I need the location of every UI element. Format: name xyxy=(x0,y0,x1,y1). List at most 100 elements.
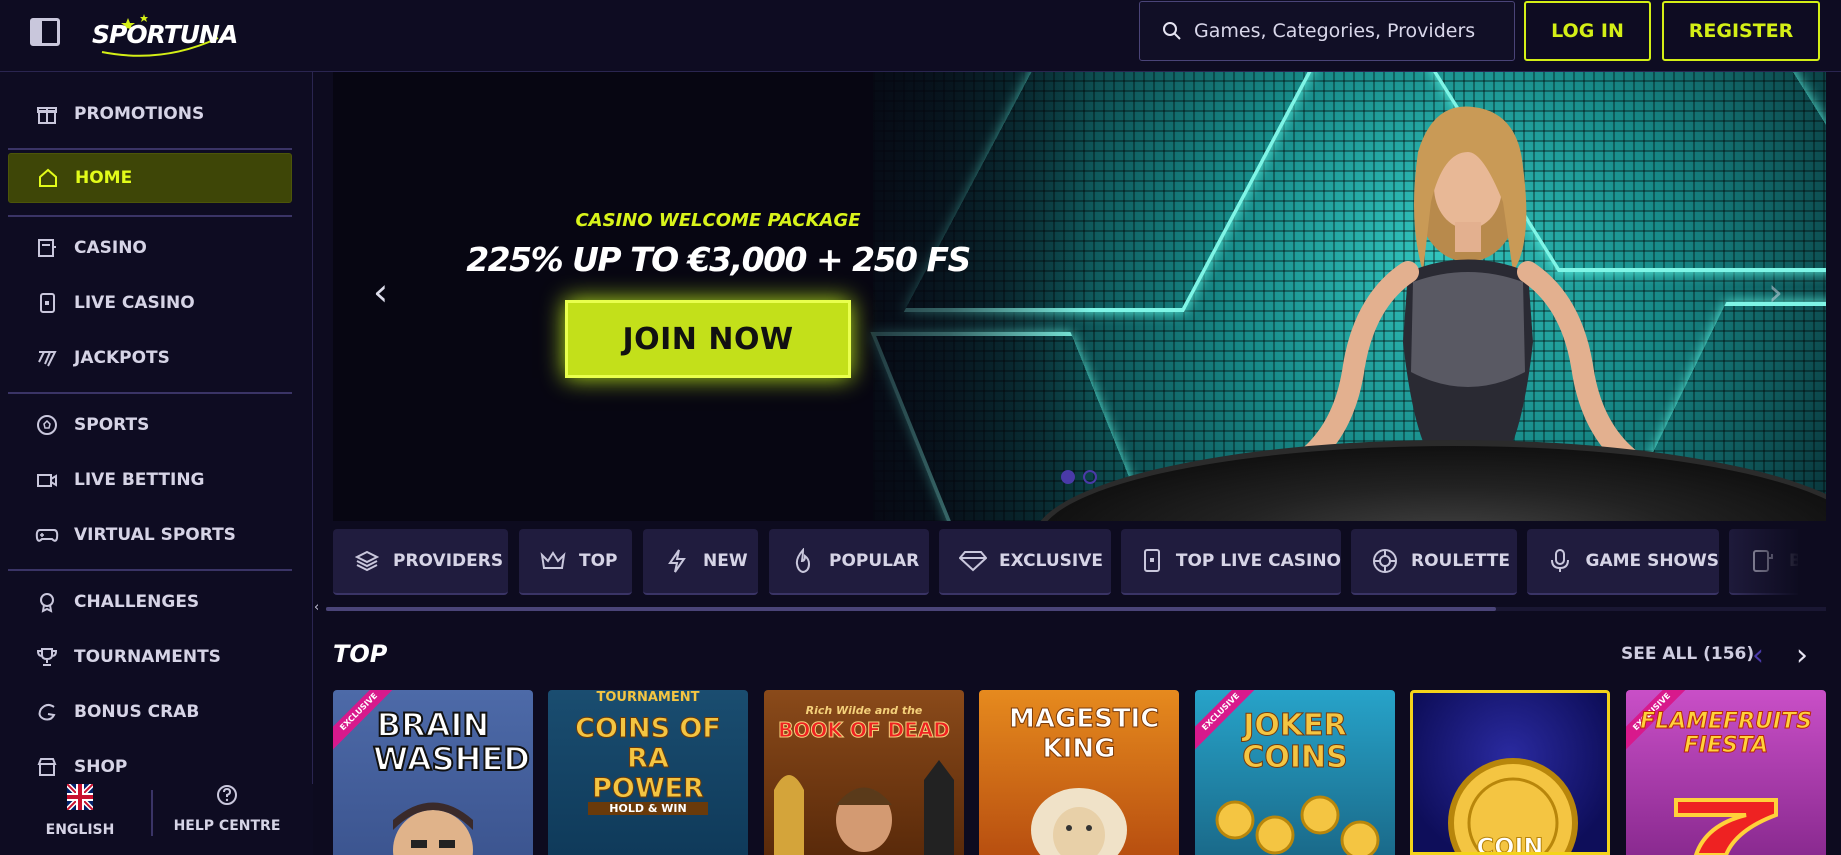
register-button[interactable]: REGISTER xyxy=(1662,1,1820,61)
hero-next-arrow-icon[interactable]: › xyxy=(1768,270,1783,314)
category-label: POPULAR xyxy=(829,551,920,571)
game-subtitle: HOLD & WIN xyxy=(588,802,708,815)
sidebar-item-live-casino[interactable]: LIVE CASINO xyxy=(8,278,292,328)
category-top-live-casino[interactable]: TOP LIVE CASINO xyxy=(1121,529,1341,595)
game-tagline: Rich Wilde and the xyxy=(805,704,923,717)
shop-icon xyxy=(34,754,60,780)
category-label: GAME SHOWS xyxy=(1585,551,1719,571)
category-label: TOP LIVE CASINO xyxy=(1175,551,1341,571)
card-icon xyxy=(1141,547,1164,575)
game-tile-coins-of-ra[interactable]: TOURNAMENT COINS OF RA POWER HOLD & WIN xyxy=(548,690,748,855)
question-icon xyxy=(217,785,237,805)
category-roulette[interactable]: ROULETTE xyxy=(1351,529,1517,595)
category-game-shows[interactable]: GAME SHOWS xyxy=(1527,529,1719,595)
search-input[interactable] xyxy=(1194,20,1514,42)
category-fade xyxy=(1720,529,1810,595)
game-tile-flamefruits[interactable]: EXCLUSIVE FLAMEFRUITS FIESTA xyxy=(1626,690,1826,855)
sidebar-item-label: CHALLENGES xyxy=(74,592,200,612)
lucky-seven-image xyxy=(1674,798,1778,855)
login-button[interactable]: LOG IN xyxy=(1524,1,1651,61)
microphone-icon xyxy=(1547,547,1574,575)
game-tile-magestic-king[interactable]: MAGESTIC KING xyxy=(979,690,1179,855)
game-tile-book-of-dead[interactable]: Rich Wilde and the BOOK OF DEAD xyxy=(764,690,964,855)
search-box[interactable] xyxy=(1139,1,1515,61)
game-tile-joker-coins[interactable]: EXCLUSIVE JOKER COINS xyxy=(1195,690,1395,855)
top-bar: SPORTUNA LOG IN REGISTER xyxy=(0,0,1841,72)
sidebar-item-label: HOME xyxy=(75,168,133,188)
category-bar: PROVIDERS TOP NEW POPULAR EXCLUSIVE TOP … xyxy=(333,529,1798,595)
game-title: JOKER COINS xyxy=(1242,708,1348,775)
scrollbar-thumb[interactable] xyxy=(326,607,1496,611)
footer-divider xyxy=(151,790,153,836)
sidebar-item-home[interactable]: HOME xyxy=(8,153,292,203)
game-title: COIN xyxy=(1476,833,1544,855)
sidebar-toggle-icon[interactable] xyxy=(30,18,60,46)
uk-flag-icon xyxy=(65,782,95,812)
hero-title: 225% UP TO €3,000 + 250 FS xyxy=(466,240,971,279)
scroll-left-icon[interactable]: ‹ xyxy=(314,600,319,615)
jackpot-icon xyxy=(34,345,60,371)
see-all-link[interactable]: SEE ALL (156) xyxy=(1621,644,1754,664)
help-centre-link[interactable]: HELP CENTRE xyxy=(172,784,282,834)
help-centre-label: HELP CENTRE xyxy=(173,818,281,834)
crown-icon xyxy=(539,547,567,575)
sidebar-item-label: LIVE CASINO xyxy=(74,293,195,313)
logo[interactable]: SPORTUNA xyxy=(92,12,238,58)
game-title: BOOK OF DEAD xyxy=(778,718,951,743)
category-label: ROULETTE xyxy=(1411,551,1510,571)
join-now-button[interactable]: JOIN NOW xyxy=(565,300,851,378)
sidebar-item-virtual-sports[interactable]: VIRTUAL SPORTS xyxy=(8,510,292,560)
lion-image xyxy=(1031,788,1127,855)
game-title: MAGESTIC KING xyxy=(1009,704,1160,765)
category-new[interactable]: NEW xyxy=(643,529,758,595)
gamepad-icon xyxy=(34,522,60,548)
sidebar-item-challenges[interactable]: CHALLENGES xyxy=(8,577,292,627)
game-tile-brain-washed[interactable]: EXCLUSIVE BRAIN WASHED xyxy=(333,690,533,855)
crab-icon xyxy=(34,699,60,725)
category-exclusive[interactable]: EXCLUSIVE xyxy=(939,529,1111,595)
casino-icon xyxy=(34,235,60,261)
diamond-icon xyxy=(959,547,987,575)
hero-subtitle: CASINO WELCOME PACKAGE xyxy=(575,210,861,231)
sidebar-item-jackpots[interactable]: JACKPOTS xyxy=(8,333,292,383)
soccer-ball-icon xyxy=(34,412,60,438)
game-tile-coin[interactable]: COIN xyxy=(1410,690,1610,855)
language-selector[interactable]: ENGLISH xyxy=(40,782,120,838)
game-character-image xyxy=(393,802,473,855)
carousel-dots xyxy=(1061,470,1097,484)
category-popular[interactable]: POPULAR xyxy=(769,529,929,595)
gold-coins-image xyxy=(1215,795,1380,855)
gift-icon xyxy=(34,101,60,127)
hero-banner[interactable]: CASINO WELCOME PACKAGE 225% UP TO €3,000… xyxy=(333,72,1826,521)
sidebar-item-sports[interactable]: SPORTS xyxy=(8,400,292,450)
sidebar-divider xyxy=(8,215,292,217)
sidebar-item-label: VIRTUAL SPORTS xyxy=(74,525,236,545)
sidebar-item-casino[interactable]: CASINO xyxy=(8,223,292,273)
flame-icon xyxy=(789,547,817,575)
live-casino-icon xyxy=(34,290,60,316)
lightning-icon xyxy=(663,547,691,575)
category-top[interactable]: TOP xyxy=(519,529,632,595)
hero-fade xyxy=(773,72,1093,521)
games-prev-arrow-icon[interactable]: ‹ xyxy=(1752,638,1764,673)
sidebar-item-label: JACKPOTS xyxy=(74,348,170,368)
sidebar-item-label: PROMOTIONS xyxy=(74,104,205,124)
game-title: FLAMEFRUITS FIESTA xyxy=(1640,709,1813,758)
sidebar-item-promotions[interactable]: PROMOTIONS xyxy=(8,89,292,139)
video-camera-icon xyxy=(34,467,60,493)
games-next-arrow-icon[interactable]: › xyxy=(1796,638,1808,673)
category-providers[interactable]: PROVIDERS xyxy=(333,529,508,595)
category-label: PROVIDERS xyxy=(393,551,504,571)
carousel-dot-active[interactable] xyxy=(1061,470,1075,484)
sidebar-item-bonus-crab[interactable]: BONUS CRAB xyxy=(8,687,292,737)
home-icon xyxy=(35,165,61,191)
game-title: BRAIN WASHED xyxy=(372,706,531,778)
sidebar-item-label: SPORTS xyxy=(74,415,150,435)
hero-prev-arrow-icon[interactable]: ‹ xyxy=(373,270,388,314)
sidebar-item-live-betting[interactable]: LIVE BETTING xyxy=(8,455,292,505)
category-label: TOP xyxy=(579,551,618,571)
carousel-dot[interactable] xyxy=(1083,470,1097,484)
sidebar-footer: ENGLISH HELP CENTRE xyxy=(0,782,313,855)
category-label: NEW xyxy=(703,551,748,571)
sidebar-item-tournaments[interactable]: TOURNAMENTS xyxy=(8,632,292,682)
